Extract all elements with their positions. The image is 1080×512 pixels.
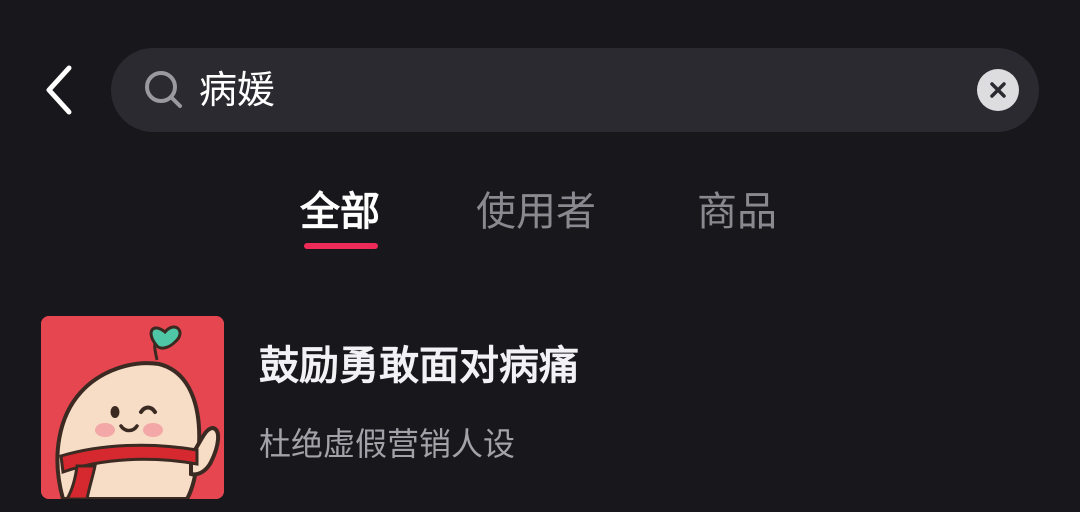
result-subtitle: 杜绝虚假营销人设 xyxy=(259,425,516,463)
clear-icon xyxy=(990,82,1006,98)
active-tab-indicator xyxy=(304,243,378,249)
tab-all[interactable]: 全部 xyxy=(300,184,380,240)
clear-search-button[interactable] xyxy=(977,69,1019,111)
tab-products[interactable]: 商品 xyxy=(697,184,777,240)
search-icon xyxy=(145,71,182,108)
search-input[interactable] xyxy=(199,62,939,118)
search-bar[interactable] xyxy=(111,48,1039,132)
result-title: 鼓励勇敢面对病痛 xyxy=(259,343,579,389)
back-button[interactable] xyxy=(36,60,80,120)
chevron-left-icon xyxy=(46,65,72,115)
avatar xyxy=(41,316,224,499)
sprout-mascot-avatar xyxy=(41,316,224,499)
tab-users[interactable]: 使用者 xyxy=(476,184,596,240)
result-item[interactable]: 鼓励勇敢面对病痛 杜绝虚假营销人设 xyxy=(41,316,1041,500)
